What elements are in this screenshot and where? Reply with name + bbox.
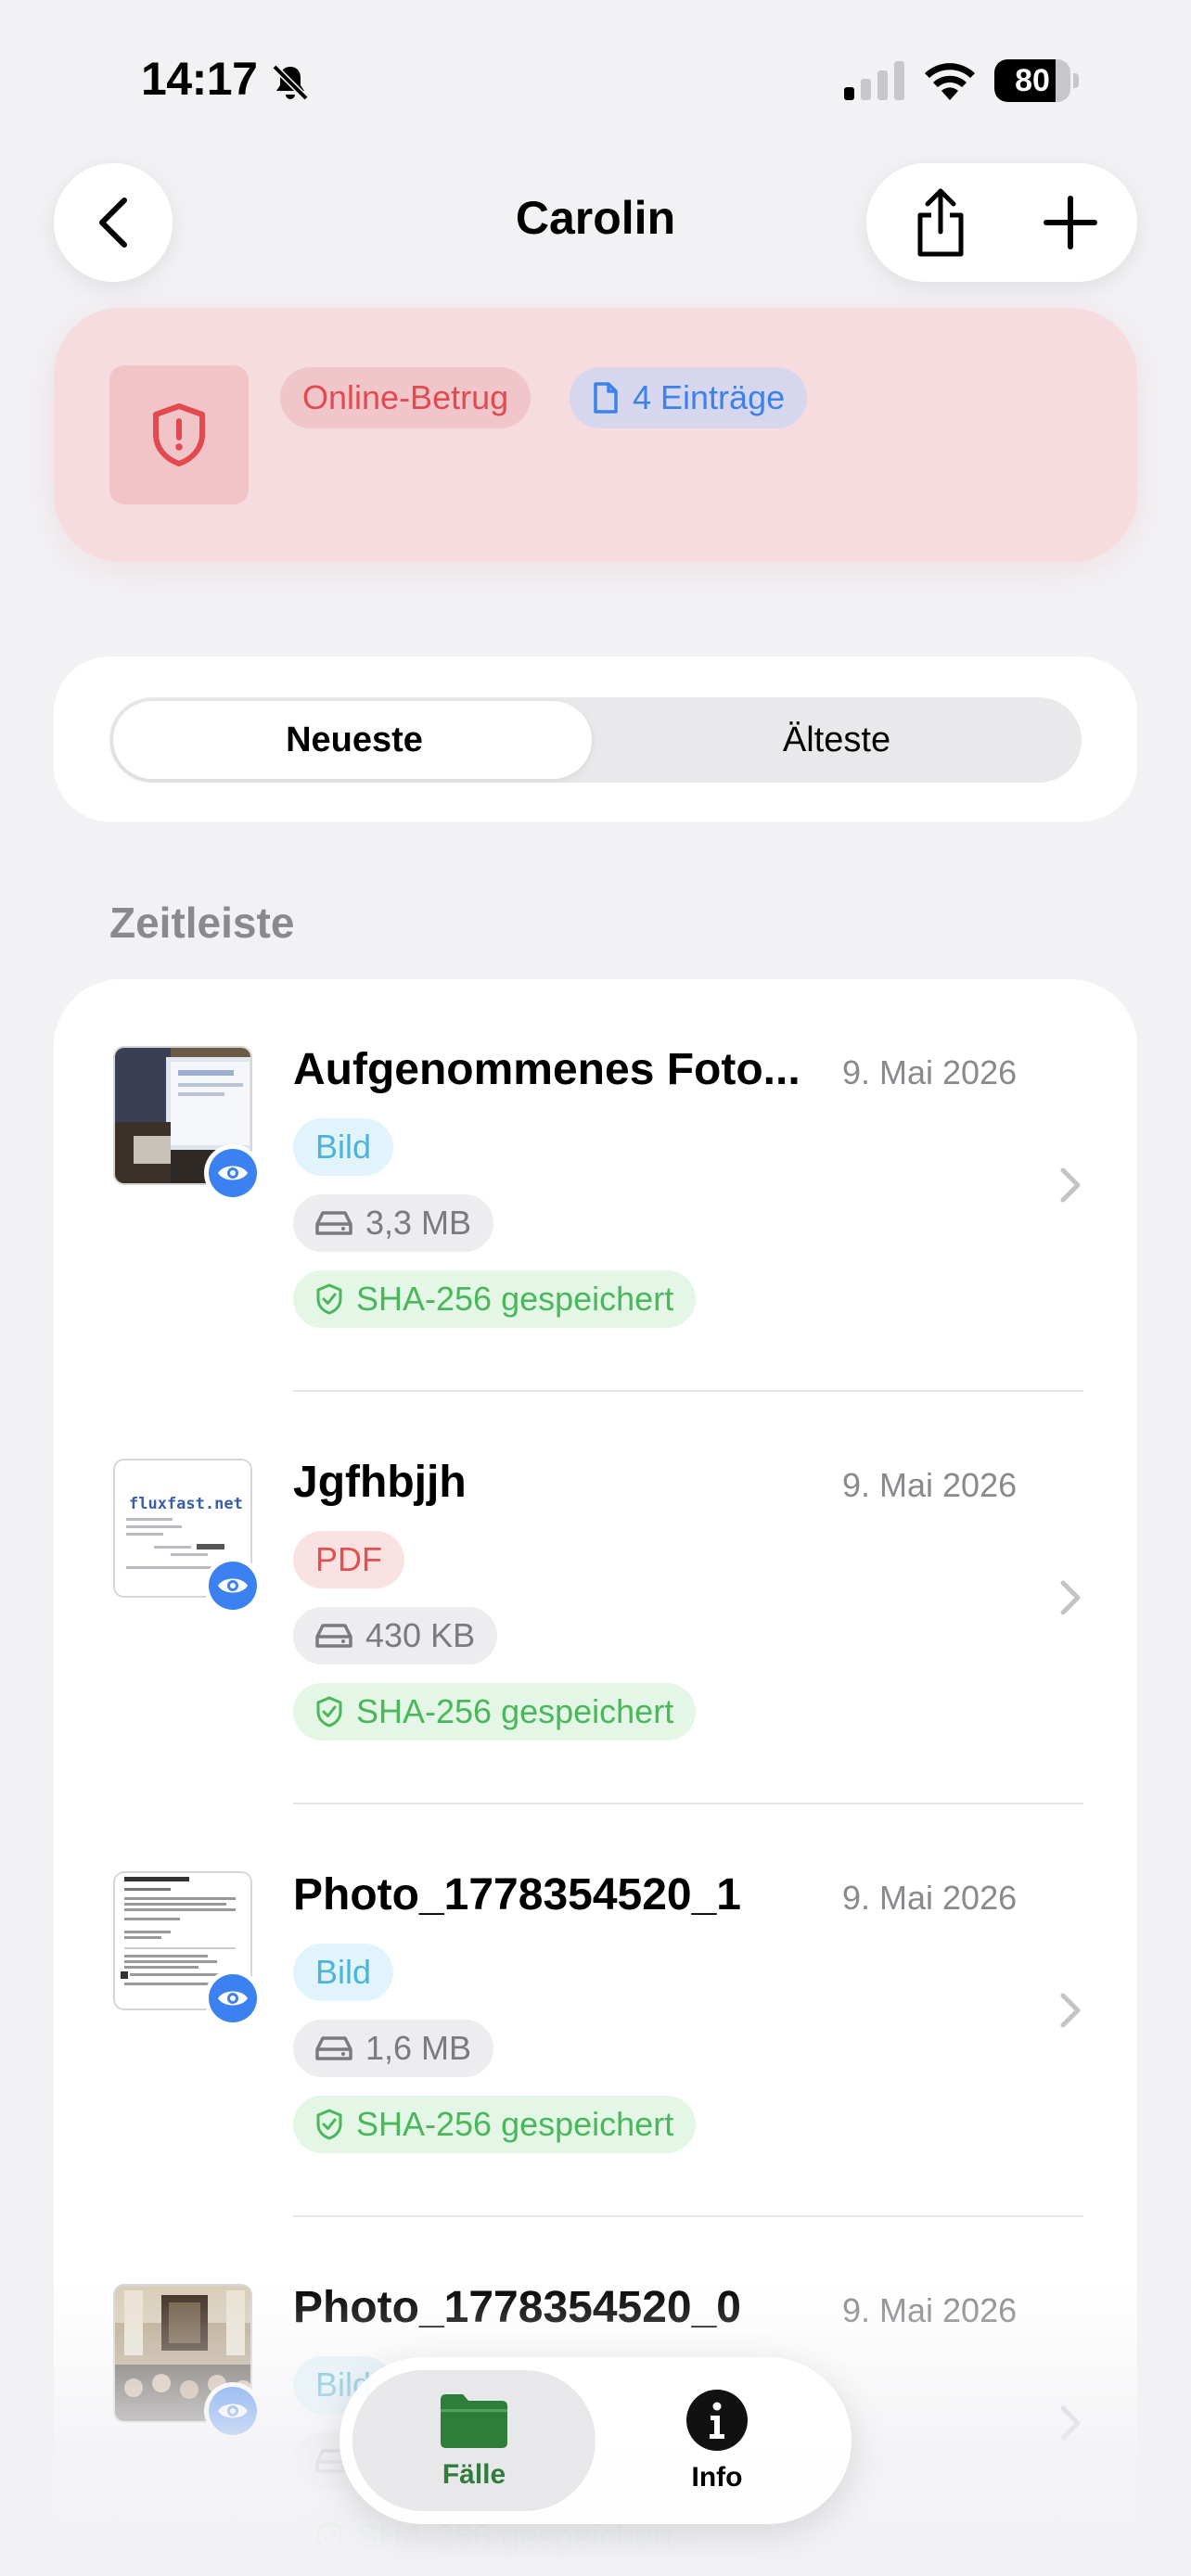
- item-date: 9. Mai 2026: [842, 1466, 1018, 1504]
- timeline-item[interactable]: Aufgenommenes Foto... 9. Mai 2026 Bild 3…: [54, 979, 1137, 1392]
- entries-count-label: 4 Einträge: [633, 378, 786, 416]
- item-hash-label: SHA-256 gespeichert: [356, 1692, 674, 1730]
- shield-alert-icon: [153, 403, 205, 466]
- shield-check-icon: [316, 1283, 342, 1315]
- document-icon: [594, 382, 618, 414]
- item-title: Aufgenommenes Foto...: [293, 1045, 800, 1094]
- item-title: Photo_1778354520_1: [293, 1870, 741, 1919]
- folder-icon: [441, 2394, 507, 2448]
- preview-button[interactable]: [204, 1144, 262, 1202]
- preview-button[interactable]: [204, 1557, 262, 1614]
- item-hash-badge: SHA-256 gespeichert: [293, 1683, 697, 1741]
- share-icon: [917, 188, 964, 257]
- svg-text:fluxfast.net: fluxfast.net: [129, 1495, 243, 1513]
- shield-check-icon: [316, 1696, 342, 1728]
- chevron-right-icon: [1060, 2405, 1081, 2441]
- tab-cases-label: Fälle: [442, 2459, 506, 2490]
- timeline-item[interactable]: fluxfast.net Jgfhbjjh 9. Mai 2026 PDF 43…: [54, 1392, 1137, 1804]
- item-hash-badge: SHA-256 gespeichert: [293, 2096, 697, 2153]
- tab-cases[interactable]: Fälle: [352, 2370, 596, 2511]
- drive-icon: [315, 1211, 352, 1235]
- eye-icon: [218, 1166, 248, 1180]
- chevron-right-icon: [1060, 1993, 1081, 2028]
- sort-segmented-control: Neueste Älteste: [109, 697, 1082, 783]
- status-time: 14:17: [141, 53, 258, 105]
- tab-bar: Fälle Info: [339, 2357, 852, 2524]
- item-type-badge: PDF: [293, 1531, 404, 1588]
- chevron-left-icon: [99, 198, 127, 248]
- case-header-card: Online-Betrug 4 Einträge: [54, 308, 1137, 562]
- wifi-icon: [925, 63, 975, 100]
- drive-icon: [315, 1624, 352, 1648]
- drive-icon: [315, 2036, 352, 2060]
- shield-check-icon: [316, 2109, 342, 2140]
- shield-check-icon: [316, 2521, 342, 2553]
- item-date: 9. Mai 2026: [842, 1879, 1018, 1917]
- item-date: 9. Mai 2026: [842, 1053, 1018, 1091]
- tab-info-label: Info: [691, 2462, 743, 2493]
- preview-button[interactable]: [204, 2382, 262, 2440]
- chevron-right-icon: [1060, 1167, 1081, 1203]
- bell-muted-icon: [272, 64, 309, 101]
- item-type-badge: Bild: [293, 1118, 394, 1176]
- section-title: Zeitleiste: [109, 899, 295, 947]
- item-size-label: 3,3 MB: [365, 1204, 472, 1242]
- nav-actions-group: [866, 163, 1137, 282]
- item-hash-badge: SHA-256 gespeichert: [293, 1270, 697, 1328]
- entries-count-tag: 4 Einträge: [570, 367, 808, 428]
- item-hash-label: SHA-256 gespeichert: [356, 2105, 674, 2143]
- timeline-list: Aufgenommenes Foto... 9. Mai 2026 Bild 3…: [54, 979, 1137, 2576]
- timeline-item[interactable]: Photo_1778354520_1 9. Mai 2026 Bild 1,6 …: [54, 1804, 1137, 2217]
- eye-icon: [218, 2404, 248, 2418]
- back-button[interactable]: [54, 163, 173, 282]
- item-size-label: 430 KB: [365, 1616, 476, 1654]
- battery-indicator: 80: [994, 59, 1080, 102]
- battery-level: 80: [1015, 63, 1050, 98]
- item-size-badge: 1,6 MB: [293, 2020, 494, 2077]
- item-size-badge: 430 KB: [293, 1607, 498, 1664]
- add-button[interactable]: [1024, 182, 1117, 263]
- case-icon-box: [109, 365, 249, 504]
- item-title: Jgfhbjjh: [293, 1458, 467, 1507]
- info-icon: [686, 2390, 748, 2451]
- share-button[interactable]: [894, 182, 987, 263]
- segment-oldest[interactable]: Älteste: [596, 697, 1078, 783]
- item-hash-label: SHA-256 gespeichert: [356, 1280, 674, 1318]
- item-type-badge: Bild: [293, 1944, 394, 2001]
- cellular-signal-icon: [844, 61, 904, 100]
- chevron-right-icon: [1060, 1580, 1081, 1615]
- item-date: 9. Mai 2026: [842, 2291, 1018, 2329]
- sort-control-card: Neueste Älteste: [54, 657, 1137, 822]
- page-title: Carolin: [515, 192, 676, 244]
- status-bar: 14:17 80: [0, 0, 1191, 167]
- eye-icon: [218, 1578, 248, 1593]
- item-size-badge: 3,3 MB: [293, 1194, 494, 1252]
- plus-icon: [1044, 196, 1097, 249]
- eye-icon: [218, 1991, 248, 2006]
- item-title: Photo_1778354520_0: [293, 2283, 741, 2332]
- item-size-label: 1,6 MB: [365, 2029, 472, 2067]
- preview-button[interactable]: [204, 1970, 262, 2027]
- segment-newest[interactable]: Neueste: [113, 697, 596, 783]
- tab-info[interactable]: Info: [596, 2370, 839, 2511]
- category-tag: Online-Betrug: [280, 367, 531, 428]
